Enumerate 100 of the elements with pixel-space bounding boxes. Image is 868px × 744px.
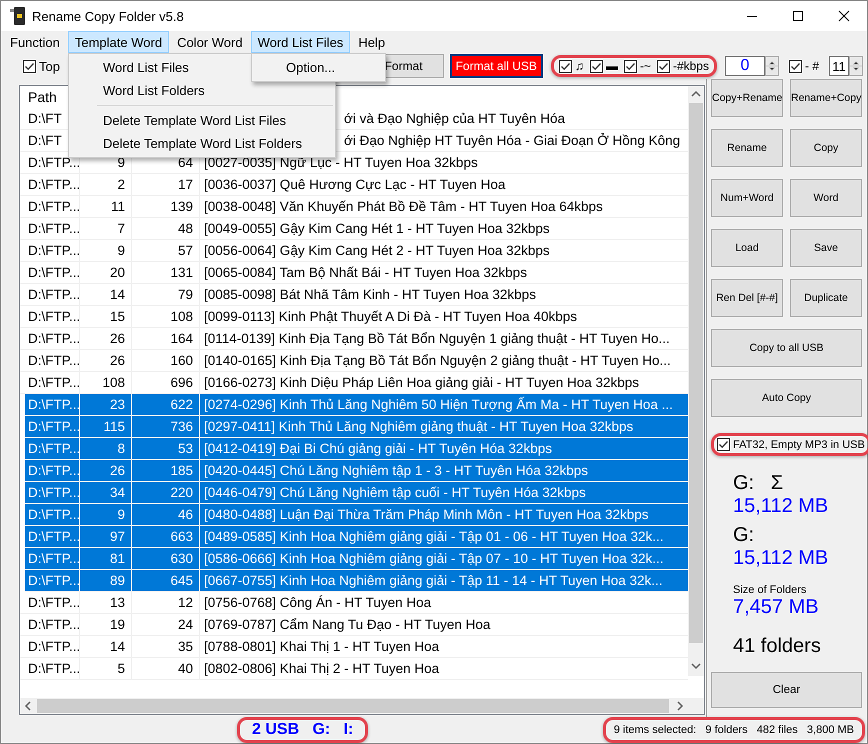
table-cell: D:\FTP... xyxy=(25,548,80,569)
column-header[interactable]: Path xyxy=(28,89,57,105)
checkbox[interactable] xyxy=(624,60,637,72)
action-button[interactable]: Copy to all USB xyxy=(711,329,862,367)
table-cell: D:\FTP... xyxy=(25,394,80,415)
table-row[interactable]: D:\FTP... 13 12 [0756-0768] Công Án - HT Tuyen Hoa xyxy=(20,592,688,614)
maximize-icon[interactable] xyxy=(792,10,804,22)
action-button[interactable]: Rename xyxy=(711,129,783,167)
number-field[interactable]: 0 xyxy=(724,56,765,76)
vertical-scrollbar[interactable] xyxy=(688,86,704,676)
format-button[interactable]: Format all USB xyxy=(450,54,543,78)
clear-button[interactable]: Clear xyxy=(711,672,862,708)
spin-buttons[interactable] xyxy=(849,56,863,76)
drive-label: G: Σ xyxy=(733,472,784,495)
menu-item[interactable]: Word List Folders xyxy=(69,79,335,102)
table-cell: 645 xyxy=(132,570,200,591)
checkbox-label: -~ xyxy=(640,59,651,73)
table-row[interactable]: D:\FTP... 7 48 [0049-0055] Gậy Kim Cang Hét 1 - HT Tuyen Hoa 32kbps xyxy=(20,218,688,240)
table-cell: 57 xyxy=(132,240,200,261)
menu-item[interactable]: Template Word xyxy=(68,31,170,53)
table-cell-text: ới Đạo Nghiệp HT Tuyên Hóa - Giai Đoạn Ở Hồng Kông xyxy=(343,132,682,150)
table-cell-text: [0802-0806] Khai Thị 2 - HT Tuyen Hoa xyxy=(203,660,440,678)
table-cell-text: [0788-0801] Khai Thị 1 - HT Tuyen Hoa xyxy=(203,638,440,656)
table-cell-text: [0667-0755] Kinh Hoa Nghiêm giảng giải - Tập 11 - 14 - HT Tuyen Hoa 32k... xyxy=(203,572,664,590)
table-cell: D:\FTP... xyxy=(25,482,80,503)
action-button[interactable]: Num+Word xyxy=(711,179,783,217)
table-cell: D:\FTP... xyxy=(20,152,80,173)
spin-buttons[interactable] xyxy=(764,56,779,76)
number-field[interactable]: 11 xyxy=(829,56,849,76)
folder-count: 41 folders xyxy=(733,635,822,658)
action-button[interactable]: Copy+Rename xyxy=(711,79,783,117)
table-row[interactable]: D:\FTP... 5 40 [0802-0806] Khai Thị 2 - HT Tuyen Hoa xyxy=(20,658,688,680)
table-row[interactable]: D:\FTP... 23 622 [0274-0296] Kinh Thủ Lăng Nghiêm 50 Hiện Tượng Ấm Ma - HT Tuyen Hoa ... xyxy=(25,394,688,416)
table-cell: 89 xyxy=(80,570,132,591)
table-cell: 220 xyxy=(132,482,200,503)
menu-item[interactable]: Delete Template Word List Folders xyxy=(69,132,335,155)
action-button[interactable]: Auto Copy xyxy=(711,379,862,417)
action-button[interactable]: Save xyxy=(790,229,862,267)
table-cell-text: [0140-0165] Kinh Địa Tạng Bồ Tát Bổn Nguyện 2 giảng thuật - HT Tuyen Ho... xyxy=(203,352,672,370)
table-row[interactable]: D:\FTP... 26 160 [0140-0165] Kinh Địa Tạng Bồ Tát Bổn Nguyện 2 giảng thuật - HT Tuyen Ho... xyxy=(20,350,688,372)
menu-item[interactable]: Color Word xyxy=(170,31,250,53)
action-button[interactable]: Word xyxy=(790,179,862,217)
table-row[interactable]: D:\FTP... 20 131 [0065-0084] Tam Bộ Nhất Bái - HT Tuyen Hoa 32kbps xyxy=(20,262,688,284)
table-cell-text: [0274-0296] Kinh Thủ Lăng Nghiêm 50 Hiện Tượng Ấm Ma - HT Tuyen Hoa ... xyxy=(203,396,674,414)
table-row[interactable]: D:\FTP... 89 645 [0667-0755] Kinh Hoa Nghiêm giảng giải - Tập 11 - 14 - HT Tuyen Hoa 32k... xyxy=(25,570,688,592)
menu-item[interactable]: Word List Files xyxy=(250,31,350,53)
menu-item[interactable]: Help xyxy=(351,31,392,53)
menu-item[interactable]: Option... xyxy=(252,56,385,79)
table-cell: 19 xyxy=(80,614,132,635)
table-cell: D:\FTP... xyxy=(20,592,80,613)
checkbox[interactable] xyxy=(788,60,802,72)
table-cell: 46 xyxy=(132,504,200,525)
checkbox[interactable] xyxy=(23,60,36,72)
table-row[interactable]: D:\FTP... 11 139 [0038-0048] Văn Khuyến Phát Bồ Đề Tâm - HT Tuyen Hoa 64kbps xyxy=(20,196,688,218)
table-row[interactable]: D:\FTP... 2 17 [0036-0037] Quê Hương Cực Lạc - HT Tuyen Hoa xyxy=(20,174,688,196)
table-row[interactable]: D:\FTP... 81 630 [0586-0666] Kinh Hoa Nghiêm giảng giải - Tập 07 - 10 - HT Tuyen Hoa 32k... xyxy=(25,548,688,570)
table-row[interactable]: D:\FTP... 19 24 [0769-0787] Cẩm Nang Tu Đạo - HT Tuyen Hoa xyxy=(20,614,688,636)
table-row[interactable]: D:\FTP... 8 53 [0412-0419] Đại Bi Chú giảng giải - HT Tuyên Hóa 32kbps xyxy=(25,438,688,460)
action-button[interactable]: Ren Del [#-#] xyxy=(711,279,783,317)
table-cell: 14 xyxy=(80,284,132,305)
table-row[interactable]: D:\FTP... 97 663 [0489-0585] Kinh Hoa Nghiêm giảng giải - Tập 01 - 06 - HT Tuyen Hoa 32k... xyxy=(25,526,688,548)
table-cell-text: [0480-0488] Luận Đại Thừa Trăm Pháp Minh Môn - HT Tuyen Hoa 32kbps xyxy=(203,506,650,524)
action-button[interactable]: Load xyxy=(711,229,783,267)
action-button[interactable]: Duplicate xyxy=(790,279,862,317)
table-cell: 164 xyxy=(132,328,200,349)
table-cell: D:\FTP... xyxy=(25,438,80,459)
checkbox[interactable] xyxy=(558,60,572,72)
table-cell: 14 xyxy=(80,636,132,657)
close-icon[interactable] xyxy=(838,10,850,22)
table-cell: D:\FTP... xyxy=(20,284,80,305)
table-cell: D:\FTP... xyxy=(20,372,80,393)
action-button[interactable]: Copy xyxy=(790,129,862,167)
table-row[interactable]: D:\FTP... 14 79 [0085-0098] Bát Nhã Tâm Kinh - HT Tuyen Hoa 32kbps xyxy=(20,284,688,306)
horizontal-scrollbar[interactable] xyxy=(20,698,704,714)
checkbox-label: -#kbps xyxy=(672,59,709,73)
table-row[interactable]: D:\FTP... 26 164 [0114-0139] Kinh Địa Tạng Bồ Tát Bổn Nguyện 1 giảng thuật - HT Tuyen Ho... xyxy=(20,328,688,350)
table-cell: 9 xyxy=(80,504,132,525)
table-cell: D:\FTP... xyxy=(20,350,80,371)
menu-item[interactable]: Delete Template Word List Files xyxy=(69,109,335,132)
table-row[interactable]: D:\FTP... 26 185 [0420-0445] Chú Lăng Nghiêm tập 1 - 3 - HT Tuyên Hóa 32kbps xyxy=(25,460,688,482)
table-row[interactable]: D:\FTP... 15 108 [0099-0113] Kinh Phật Thuyết A Di Đà - HT Tuyen Hoa 40kbps xyxy=(20,306,688,328)
checkbox[interactable] xyxy=(717,438,730,451)
table-cell: 12 xyxy=(132,592,200,613)
table-row[interactable]: D:\FTP... 9 46 [0480-0488] Luận Đại Thừa Trăm Pháp Minh Môn - HT Tuyen Hoa 32kbps xyxy=(25,504,688,526)
table-cell: 15 xyxy=(80,306,132,327)
table-row[interactable]: D:\FTP... 9 57 [0056-0064] Gậy Kim Cang Hét 2 - HT Tuyen Hoa 32kbps xyxy=(20,240,688,262)
table-cell: 736 xyxy=(132,416,200,437)
table-row[interactable]: D:\FTP... 9 64 [0027-0035] Ngữ Lục - HT Tuyen Hoa 32kbps xyxy=(20,152,688,174)
checkbox[interactable] xyxy=(656,60,670,72)
table-cell: 139 xyxy=(132,196,200,217)
checkbox-label: ▬ xyxy=(606,59,618,73)
menu-item[interactable]: Function xyxy=(3,31,67,53)
table-row[interactable]: D:\FTP... 34 220 [0446-0479] Chú Lăng Nghiêm tập cuối - HT Tuyên Hóa 32kbps xyxy=(25,482,688,504)
table-cell-text: [0099-0113] Kinh Phật Thuyết A Di Đà - HT Tuyen Hoa 40kbps xyxy=(203,308,578,326)
table-cell: 23 xyxy=(80,394,132,415)
table-row[interactable]: D:\FTP... 14 35 [0788-0801] Khai Thị 1 - HT Tuyen Hoa xyxy=(20,636,688,658)
table-cell: 48 xyxy=(132,218,200,239)
checkbox[interactable] xyxy=(590,60,603,72)
action-button[interactable]: Rename+Copy xyxy=(790,79,862,117)
table-row[interactable]: D:\FTP... 115 736 [0297-0411] Kinh Thủ Lăng Nghiêm giảng thuật - HT Tuyen Hoa 32kbps xyxy=(25,416,688,438)
